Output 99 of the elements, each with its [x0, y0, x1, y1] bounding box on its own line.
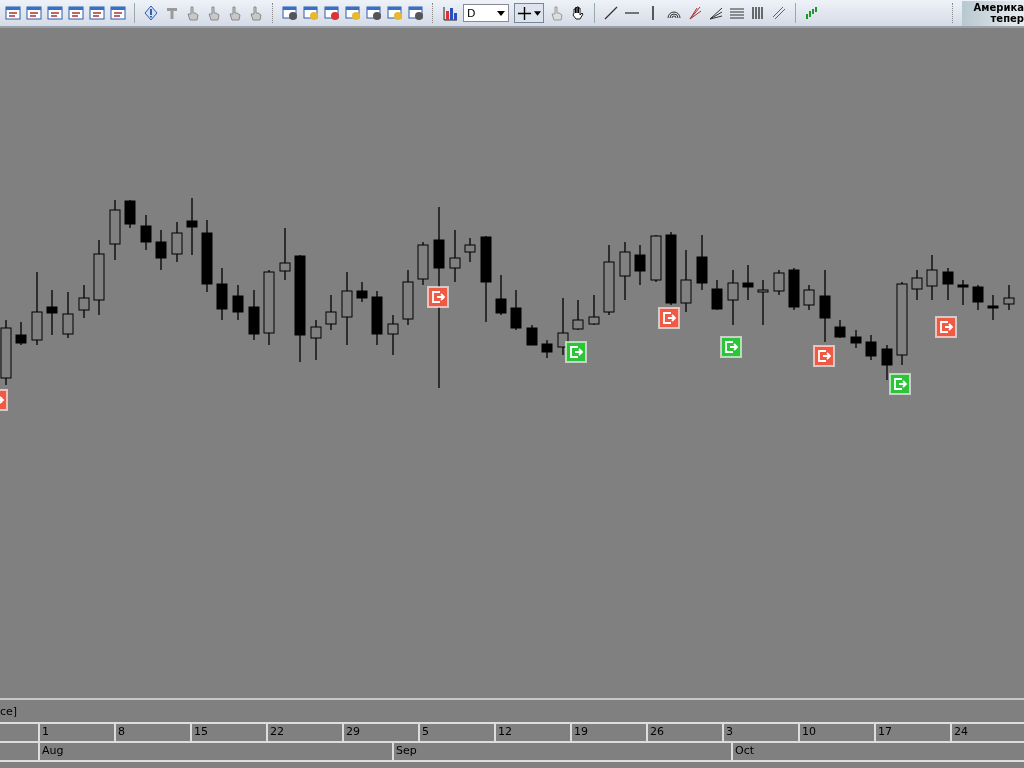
indicator-label: ce]	[0, 704, 18, 718]
banner-text: Америка	[973, 1, 1024, 13]
date-tick: 26	[646, 724, 722, 741]
candlestick	[510, 289, 522, 331]
candlestick	[449, 229, 461, 283]
date-tick: 15	[190, 724, 266, 741]
candlestick	[588, 294, 600, 326]
candlestick	[140, 214, 152, 251]
candlestick	[803, 284, 815, 311]
candlestick	[356, 281, 368, 303]
month-label: Oct	[731, 743, 1024, 760]
fan-icon[interactable]	[687, 5, 703, 21]
candlestick	[926, 254, 938, 301]
caret-icon	[534, 10, 541, 16]
horizontal-lines-icon[interactable]	[729, 5, 745, 21]
sell-signal-icon	[0, 389, 8, 411]
candlestick	[186, 197, 198, 256]
bar-chart-icon[interactable]	[442, 5, 458, 21]
date-tick: 10	[798, 724, 874, 741]
buy-signal-icon	[889, 373, 911, 395]
candlestick	[371, 290, 383, 346]
candlestick	[634, 244, 646, 286]
date-tick: 24	[950, 724, 1024, 741]
date-tick: 19	[570, 724, 646, 741]
candlestick	[495, 274, 507, 316]
buy-signal-icon	[565, 341, 587, 363]
crosshair-button[interactable]	[514, 3, 544, 23]
trend-line-icon[interactable]	[603, 5, 619, 21]
sell-signal-icon	[427, 286, 449, 308]
date-tick: 17	[874, 724, 950, 741]
candlestick	[464, 237, 476, 263]
date-tick: 12	[494, 724, 570, 741]
candlestick	[387, 314, 399, 356]
candlestick	[232, 284, 244, 321]
candlestick	[248, 289, 260, 341]
banner-ad[interactable]: Америка тепер	[962, 0, 1024, 26]
date-tick: 1	[38, 724, 114, 741]
sell-signal-icon	[658, 307, 680, 329]
candlestick	[1003, 284, 1015, 311]
buy-signal-icon	[720, 336, 742, 358]
candlestick	[850, 329, 862, 349]
candlestick	[15, 321, 27, 346]
candlestick	[972, 284, 984, 311]
channel-icon[interactable]	[771, 5, 787, 21]
candlestick	[757, 279, 769, 326]
candlestick	[727, 269, 739, 326]
candlestick	[310, 319, 322, 361]
candlestick	[650, 234, 662, 283]
candlestick	[957, 279, 969, 306]
candlestick	[696, 234, 708, 291]
month-label: Sep	[392, 743, 731, 760]
candlestick	[46, 289, 58, 336]
fan-lines-icon[interactable]	[708, 5, 724, 21]
candlestick	[216, 267, 228, 321]
sell-signal-icon	[935, 316, 957, 338]
month-label: Aug	[38, 743, 392, 760]
candlestick	[865, 334, 877, 361]
candlestick	[911, 269, 923, 301]
window-icon[interactable]	[5, 5, 21, 21]
candlestick	[171, 221, 183, 263]
candlestick	[680, 249, 692, 313]
alert-icon[interactable]	[143, 5, 159, 21]
timeframe-dropdown[interactable]: D	[463, 4, 509, 22]
vertical-lines-icon[interactable]	[750, 5, 766, 21]
candlestick	[155, 229, 167, 271]
date-tick: 3	[722, 724, 798, 741]
date-tick: 29	[342, 724, 418, 741]
candlestick	[325, 294, 337, 331]
date-tick: 22	[266, 724, 342, 741]
candlestick	[987, 294, 999, 321]
candlestick	[942, 267, 954, 301]
candlestick	[881, 344, 893, 381]
candlestick	[557, 297, 569, 356]
candlestick	[619, 241, 631, 301]
candlestick	[541, 339, 553, 359]
candlestick	[603, 244, 615, 316]
date-tick: 5	[418, 724, 494, 741]
candlestick	[124, 199, 136, 229]
hand-icon[interactable]	[570, 5, 586, 21]
candlestick	[773, 269, 785, 296]
candlestick	[402, 269, 414, 326]
candlestick	[78, 284, 90, 319]
candlestick	[62, 291, 74, 339]
bars-icon[interactable]	[804, 5, 820, 21]
candlestick	[572, 299, 584, 331]
sell-signal-icon	[813, 345, 835, 367]
candlestick	[711, 279, 723, 311]
candlestick	[788, 267, 800, 311]
candlestick	[742, 264, 754, 301]
date-tick: 8	[114, 724, 190, 741]
candlestick	[834, 319, 846, 339]
candlestick	[279, 227, 291, 281]
candlestick	[417, 241, 429, 286]
candlestick	[526, 324, 538, 346]
crosshair-icon	[517, 5, 532, 21]
caret-icon	[497, 10, 505, 16]
finger-icon[interactable]	[185, 5, 201, 21]
candlestick	[109, 199, 121, 261]
banner-text: тепер	[990, 12, 1024, 24]
